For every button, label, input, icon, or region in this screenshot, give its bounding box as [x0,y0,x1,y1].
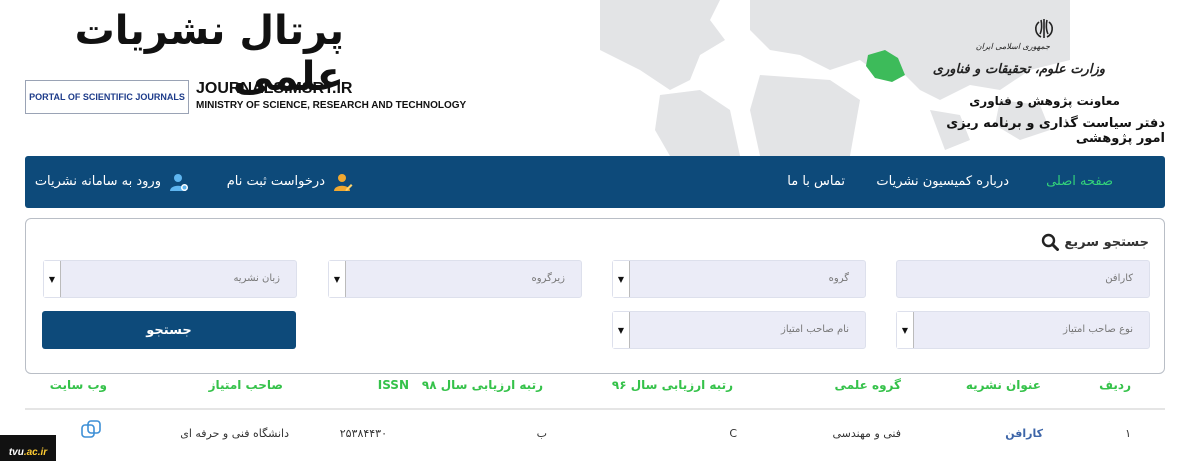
header-title[interactable]: عنوان نشریه [966,378,1041,392]
tvu-badge-prefix: tvu [8,447,24,458]
portal-logo[interactable]: PORTAL OF SCIENTIFIC JOURNALS [25,80,189,114]
government-logo-block: جمهوری اسلامی ایران وزارت علوم، تحقیقات … [925,12,1165,146]
row-rank98: ب [536,427,547,440]
header-rank96[interactable]: رتبه ارزیابی سال ۹۶ [612,378,733,392]
chevron-down-icon[interactable]: ▼ [897,312,914,348]
owner-name-select[interactable]: نام صاحب امتیاز ▼ [612,311,866,349]
group-select[interactable]: گروه ▼ [612,260,866,298]
header-owner[interactable]: صاحب امتیاز [209,378,283,392]
header-issn[interactable]: ISSN [378,378,409,392]
quick-search-panel: جستجو سریع کارافن گروه ▼ زیرگروه ▼ زبان … [25,218,1165,374]
chevron-down-icon[interactable]: ▼ [613,261,630,297]
gov-ministry-text: وزارت علوم، تحقیقات و فناوری [932,62,1105,77]
nav-about-commission[interactable]: درباره کمیسیون نشریات [876,156,1009,208]
publisher-input[interactable]: کارافن [896,260,1150,298]
chevron-down-icon[interactable]: ▼ [44,261,61,297]
row-issn: ۲۵۳۸۴۴۳۰ [339,427,387,440]
search-button[interactable]: جستجو [42,311,296,349]
tvu-badge: tvu .ac.ir [0,435,56,461]
gov-deputy-text: معاونت پژوهش و فناوری [969,94,1120,108]
table-row: ۱ کارافن فنی و مهندسی C ب ۲۵۳۸۴۴۳۰ دانشگ… [25,410,1165,456]
chevron-down-icon[interactable]: ▼ [329,261,346,297]
user-login-icon [170,173,188,191]
header-website[interactable]: وب سایت [50,378,107,392]
quick-search-title: جستجو سریع [1041,233,1149,251]
tvu-badge-domain: .ac.ir [23,447,48,458]
language-select[interactable]: زبان نشریه ▼ [43,260,297,298]
iran-emblem-icon [1035,19,1053,38]
language-placeholder: زبان نشریه [233,273,280,284]
nav-login[interactable]: ورود به سامانه نشریات [35,156,189,208]
ministry-name-en: MINISTRY OF SCIENCE, RESEARCH AND TECHNO… [196,100,467,111]
external-link-icon [81,420,101,438]
subgroup-placeholder: زیرگروه [531,273,565,284]
row-index: ۱ [1125,427,1131,440]
row-rank96: C [729,427,737,440]
main-navbar: صفحه اصلی درباره کمیسیون نشریات تماس با … [25,156,1165,208]
nav-register-label: درخواست ثبت نام [226,174,325,189]
site-url: JOURNALS.MSRT.IR [196,80,353,97]
journals-table-header: ردیف عنوان نشریه گروه علمی رتبه ارزیابی … [25,372,1165,410]
website-link[interactable] [81,420,103,443]
subgroup-select[interactable]: زیرگروه ▼ [328,260,582,298]
owner-type-placeholder: نوع صاحب امتیاز [1063,324,1133,335]
search-icon [1042,233,1060,251]
nav-register-request[interactable]: درخواست ثبت نام [227,156,353,208]
row-owner: دانشگاه فنی و حرفه ای [180,427,289,440]
nav-contact-us[interactable]: تماس با ما [787,156,845,208]
group-placeholder: گروه [828,273,849,284]
row-title[interactable]: کارافن [1005,427,1043,440]
publisher-placeholder: کارافن [1105,273,1133,284]
owner-name-placeholder: نام صاحب امتیاز [781,324,849,335]
site-header: پرتال نشریات علمی PORTAL OF SCIENTIFIC J… [0,0,1182,156]
header-index[interactable]: ردیف [1099,378,1131,392]
quick-search-label: جستجو سریع [1064,234,1149,250]
gov-republic-text: جمهوری اسلامی ایران [975,42,1050,51]
row-group: فنی و مهندسی [832,427,902,440]
owner-type-select[interactable]: نوع صاحب امتیاز ▼ [896,311,1150,349]
chevron-down-icon[interactable]: ▼ [613,312,630,348]
nav-login-label: ورود به سامانه نشریات [34,174,161,189]
nav-home[interactable]: صفحه اصلی [1046,156,1113,208]
header-rank98[interactable]: رتبه ارزیابی سال ۹۸ [422,378,543,392]
header-group[interactable]: گروه علمی [835,378,901,392]
gov-office-text: دفتر سیاست گذاری و برنامه ریزی امور پژوه… [946,116,1165,146]
user-edit-icon [334,173,353,191]
